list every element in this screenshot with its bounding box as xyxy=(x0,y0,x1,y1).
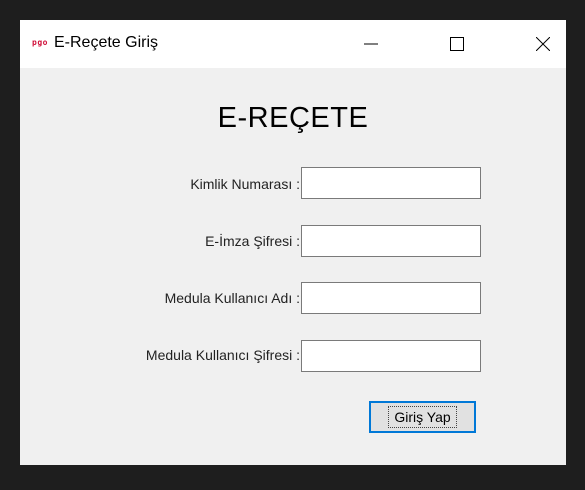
e-imza-sifresi-label: E-İmza Şifresi : xyxy=(205,233,300,249)
kimlik-numarasi-label: Kimlik Numarası : xyxy=(190,176,300,192)
close-button[interactable] xyxy=(520,20,566,68)
login-button[interactable]: Giriş Yap xyxy=(369,401,476,433)
medula-kullanici-adi-input[interactable] xyxy=(301,282,481,314)
e-imza-sifresi-input[interactable] xyxy=(301,225,481,257)
minimize-button[interactable] xyxy=(348,20,394,68)
medula-kullanici-adi-label: Medula Kullanıcı Adı : xyxy=(164,290,300,306)
window-title: E-Reçete Giriş xyxy=(54,34,159,51)
minimize-icon xyxy=(364,43,378,45)
title-bar[interactable]: pgo E-Reçete Giriş xyxy=(20,20,566,68)
app-icon: pgo xyxy=(32,38,48,47)
form-heading: E-REÇETE xyxy=(217,102,369,134)
medula-kullanici-sifresi-input[interactable] xyxy=(301,340,481,372)
medula-kullanici-sifresi-label: Medula Kullanıcı Şifresi : xyxy=(145,347,300,363)
close-icon xyxy=(536,37,550,51)
maximize-button[interactable] xyxy=(434,20,480,68)
login-window: pgo E-Reçete Giriş E-REÇETE Kimlik Numar… xyxy=(20,20,566,465)
maximize-icon xyxy=(450,37,464,51)
login-button-label: Giriş Yap xyxy=(388,406,457,428)
kimlik-numarasi-input[interactable] xyxy=(301,167,481,199)
